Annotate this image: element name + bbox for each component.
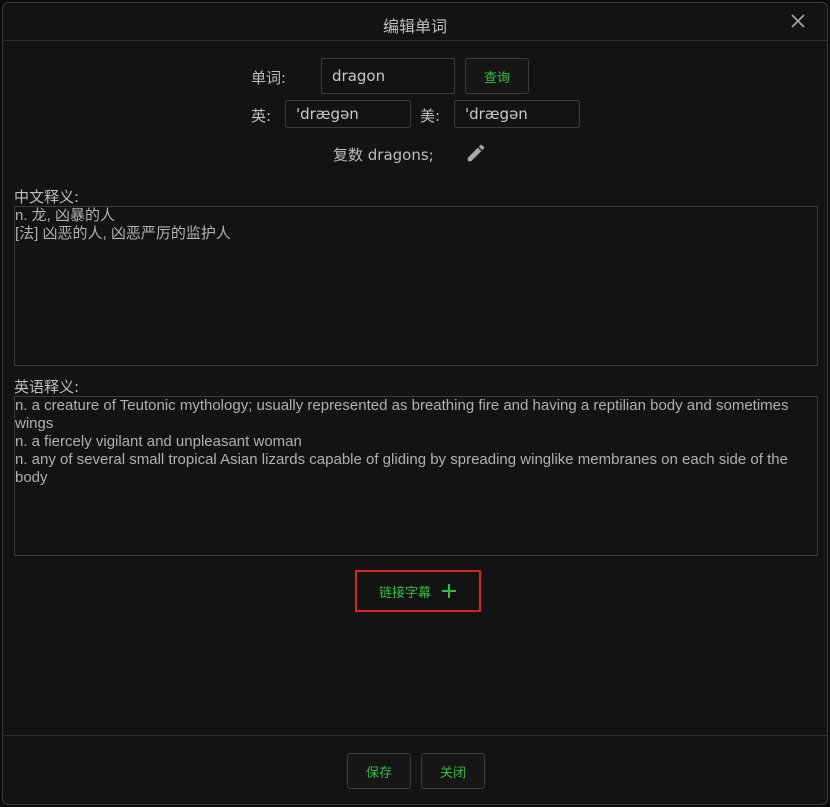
pencil-icon (467, 144, 485, 162)
english-definition-label: 英语释义: (14, 378, 80, 396)
footer-divider (3, 735, 827, 736)
edit-word-dialog: 编辑单词 单词: dragon 查询 英: 'drægən 美: 'drægən… (2, 2, 828, 805)
chinese-definition-line: n. 龙, 凶暴的人 (15, 207, 116, 224)
uk-phonetic-label: 英: (251, 107, 272, 125)
us-phonetic-input[interactable]: 'drægən (454, 100, 580, 128)
edit-forms-button[interactable] (465, 142, 487, 164)
word-label: 单词: (251, 69, 287, 87)
lookup-button[interactable]: 查询 (465, 58, 529, 94)
link-subtitle-label: 链接字幕 (378, 585, 431, 601)
english-definition-line: n. any of several small tropical Asian l… (15, 451, 788, 486)
close-dialog-button[interactable] (789, 12, 807, 30)
chinese-definition-label: 中文释义: (14, 188, 80, 206)
uk-phonetic-input[interactable]: 'drægən (285, 100, 411, 128)
english-definition-line: n. a fiercely vigilant and unpleasant wo… (15, 433, 302, 450)
title-bar: 编辑单词 (3, 3, 827, 41)
link-subtitle-button[interactable]: 链接字幕 (355, 570, 481, 612)
close-icon (791, 14, 805, 28)
uk-phonetic-value: 'drægən (296, 104, 359, 123)
word-input-value: dragon (332, 66, 386, 85)
chinese-definition-textarea[interactable]: n. 龙, 凶暴的人 [法] 凶恶的人, 凶恶严厉的监护人 (14, 206, 818, 366)
save-button[interactable]: 保存 (347, 753, 411, 789)
english-definition-line: n. a creature of Teutonic mythology; usu… (15, 397, 789, 432)
dialog-title: 编辑单词 (382, 17, 447, 36)
word-forms-text: 复数 dragons; (333, 146, 434, 164)
us-phonetic-value: 'drægən (465, 104, 528, 123)
plus-icon (442, 584, 456, 598)
chinese-definition-line: [法] 凶恶的人, 凶恶严厉的监护人 (15, 225, 231, 242)
word-input[interactable]: dragon (321, 58, 455, 94)
us-phonetic-label: 美: (420, 107, 441, 125)
english-definition-textarea[interactable]: n. a creature of Teutonic mythology; usu… (14, 396, 818, 556)
close-button[interactable]: 关闭 (421, 753, 485, 789)
